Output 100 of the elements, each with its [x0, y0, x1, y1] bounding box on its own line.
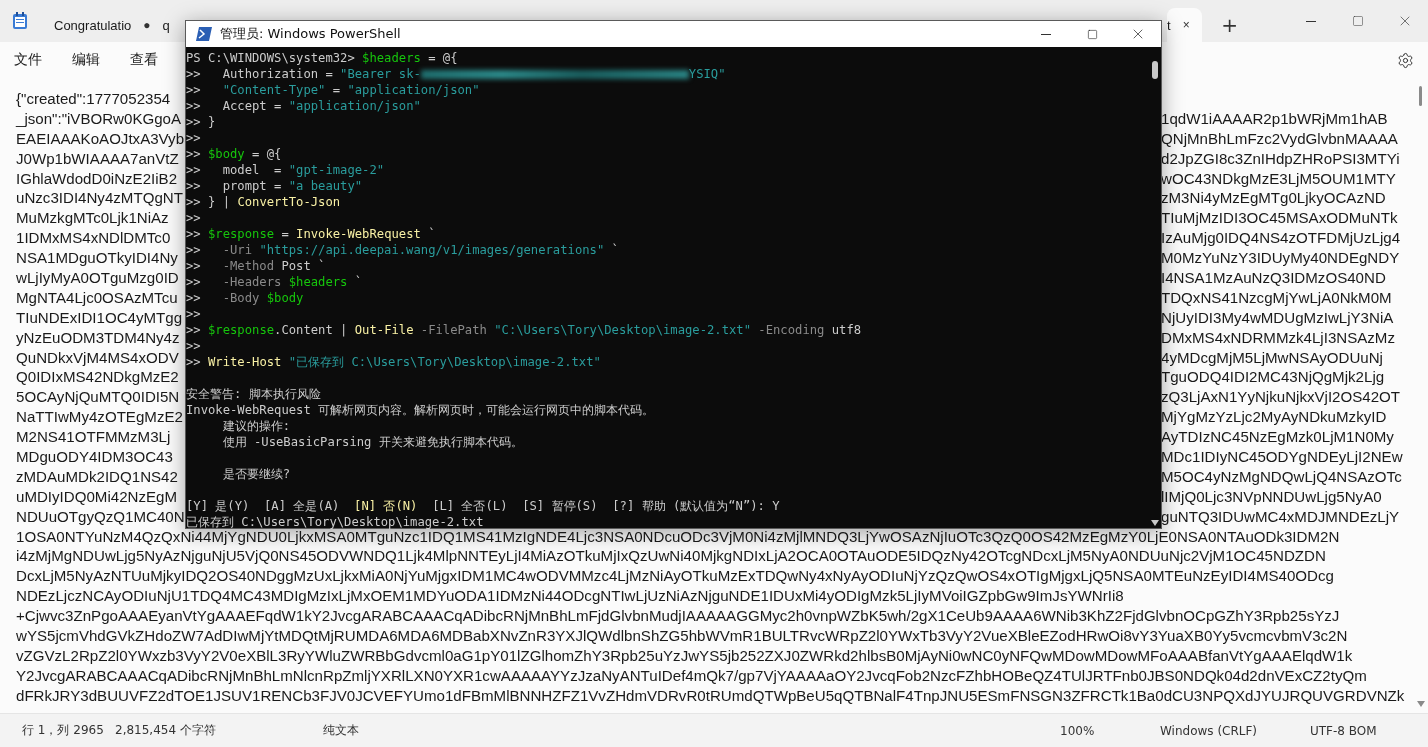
menu-item[interactable]: 编辑 [72, 47, 114, 73]
text-line: guNTQ3IDUwMC4xMDJMNDEzLjY [1161, 506, 1400, 527]
console-line: >> model = "gpt-image-2" [186, 162, 386, 178]
text-line: +Cjwvc3ZnPgoAAAEyanVtYgAAAEFqdW1kY2JvcgARABCAAACqADibcRNjMnBhLmFjdGlvbnMudjIAAAAAGGMyc2h0vnpWZbK5wh/2gX1CeUb9AAAA6WNib3KhZ2FjdGlvbnOCpGZhY3Rpb25sYzJ [16, 606, 1340, 627]
text-line: QNjMnBhLmFzc2VydGlvbnMAAAA [1161, 128, 1398, 149]
status-item: 行 1，列 2965 [22, 722, 105, 739]
text-line: J0Wp1bWIAAAA7anVtZ [16, 148, 179, 169]
text-line: 1IDMxMS4xNDlDMTc0 [16, 228, 171, 249]
status-item: Windows (CRLF) [1160, 723, 1259, 738]
console-line: >> $response = Invoke-WebRequest ` [186, 226, 437, 242]
text-line: uMDIyIDQ0Mi42NzEgM [16, 486, 178, 507]
text-line: zMDAuMDk2IDQ1NS42 [16, 466, 178, 487]
text-line: yNzEuODM3TDM4Ny4z [16, 327, 180, 348]
maximize-icon [1351, 15, 1364, 27]
text-line: Y2JvcgARABCAAACqADibcRNjMnBhLmNlcnRpZmljYXRlLXN0YXR1cwAAAAAYYzJzaNyANTuIDef4mQk7/gp7VjYAAAAaOY2JvcqFob2NzcFZhbHOBeQZ4TUlJRTFnb0JBS0NDQk04d2dnVExCZ2tyQm [16, 665, 1367, 686]
text-line: TDQxNS41NzcgMjYwLjA0NkM0M [1161, 287, 1392, 308]
text-line: I4NSA1MzAuNzQ3IDMzOS40ND [1161, 268, 1386, 288]
status-item: UTF-8 BOM [1310, 723, 1378, 738]
text-line: TIuNDExIDI1OC4yMTgg [16, 307, 183, 328]
text-line: M5OC4yNzMgNDQwLjQ4NSAzOTc [1161, 466, 1402, 487]
text-line: 1qdW1iAAAAR2p1bWRjMm1hAB [1161, 108, 1388, 129]
text-line: Q0IDIxMS42NDkgMzE2 [16, 367, 179, 388]
new-tab-button[interactable]: + [1211, 8, 1248, 42]
text-line: d2JpZGI8c3ZnIHdpZHRoPSI3MTYi [1161, 148, 1400, 169]
console-line: 已保存到 C:\Users\Tory\Desktop\image-2.txt [186, 514, 485, 530]
text-line: NaTTIwMy4zOTEgMzE2 [16, 407, 183, 428]
text-line: uNzc3IDI4Ny4zMTQgNT [16, 188, 183, 209]
text-line: NDEzLjczNCAyODIuNjU1TDQ4MC43MDIgMzIxLjMxOEM1MDYuODA1IDMzNi44ODcgNTIwLjUzNiAzNjguNDE1IDUxMi4yODIgMzk5LjIyMVoiIGZpbGw9ImJsYWNrIi8 [16, 586, 1124, 607]
text-line: NSA1MDguOTkyIDI4Ny [16, 248, 178, 269]
status-item: 2,815,454 个字符 [115, 722, 217, 739]
window-title: 管理员: Windows PowerShell [220, 25, 401, 43]
text-line: i4zMjMgNDUwLjg5NyAzNjguNjU5VjQ0NS45ODVWNDQ1Ljk4MlpNNTEyLjI4MiAzOTkuMjIxQzUwNi40MjkgNDIxLjA2OCA0OTAuODE5IDQzNy42OTcgNDcxLjM5NyA0NDUuNjc2VjM1OC45NDZDN [16, 546, 1326, 567]
terminal-icon [196, 27, 212, 41]
text-line: DcxLjM5NyAzNTUuMjkyIDQ2OS40NDggMzUxLjkxMiA0NjYuMjgxIDM1MC4wODVMMzc4LjMzNiAyOTkuMzExTDQwNy4xNyAyODIuNjYzQzQwOS4xOTIgMjgxLjQ5NSA0MTEuNzEyIDI4MS40ODcg [16, 566, 1334, 587]
text-line: 5OCAyNjQuMTQ0IDI5N [16, 387, 180, 408]
text-line: zQ3LjAxN1YyNjkuNjkxVjI2OS42OT [1161, 387, 1401, 408]
tab[interactable]: t × [1167, 8, 1202, 42]
console-line: >> Authorization = "Bearer sk- YSIQ" [186, 66, 727, 82]
console-line: 安全警告: 脚本执行风险 [186, 386, 322, 402]
console-line: >> -Method Post ` [186, 258, 327, 274]
status-item: 100% [1060, 723, 1096, 738]
console-line: Invoke-WebRequest 可解析网页内容。解析网页时，可能会运行网页中的脚本代码。 [186, 402, 656, 418]
console-line: >> [186, 306, 202, 322]
console-line: PS C:\WINDOWS\system32> $headers = @{ [186, 50, 459, 66]
text-line: wOC43NDkgMzE3LjM5OUM1MTY [1161, 168, 1396, 189]
console-line: 使用 -UseBasicParsing 开关来避免执行脚本代码。 [221, 434, 524, 450]
text-line: NjUyIDI3My4wMDUgMzIwLjY3NiA [1161, 307, 1394, 328]
text-line: _json":"iVBORw0KGgoA [16, 108, 182, 129]
console-line: >> prompt = "a beauty" [186, 178, 364, 194]
text-line: TguODQ4IDI2MC43NjQgMjk2Ljg [1161, 367, 1385, 388]
text-line: zM3Ni4yMzEgMTg0LjkyOCAzND [1161, 188, 1386, 209]
text-line: IGhlaWdodD0iNzE2IiB2 [16, 168, 178, 189]
minimize-icon [1041, 33, 1051, 35]
text-line: MDc1IDIyNC45ODYgNDEyLjI2NEw [1161, 447, 1403, 467]
console-line: >> -Body $body [186, 290, 305, 306]
console-line: >> [186, 338, 202, 354]
text-line: MjYgMzYzLjc2MyAyNDkuMzkyID [1161, 407, 1387, 428]
console-line: >> $body = @{ [186, 146, 283, 162]
console-line: 是否要继续? [221, 466, 292, 482]
text-line: MgNTA4Ljc0OSAzMTcu [16, 287, 178, 308]
console-line: >> Write-Host "已保存到 C:\Users\Tory\Desktop\image-2.txt" [186, 354, 602, 370]
console-line: >> } | ConvertTo-Json [186, 194, 342, 210]
scrollbar-thumb[interactable] [1152, 61, 1158, 79]
text-line: M2NS41OTFMMzM3Lj [16, 427, 171, 448]
console-line: >> "Content-Type" = "application/json" [186, 82, 481, 98]
text-line: M0MzYuNzY3IDUyMy40NDEgNDY [1161, 248, 1400, 269]
console-line: >> } [186, 114, 217, 130]
text-line: vZGVzL2RpZ2l0YWxzb3VyY2V0eXBlL3RyYWluZWRBbGdvcml0aG1pY01lZGlhomZhY3Rpb25uYzJwYS5jb252ZXJ0ZWRkd2hlbsB0MjAyNi0wNC0yNFQwMDowMDowMFoAAABfanVtYgAAAElqdW1k [16, 645, 1353, 666]
text-line: TIuMjMzIDI3OC45MSAxODMuNTk [1161, 208, 1398, 229]
text-line: MuMzkgMTc0Ljk1NiAz [16, 208, 169, 229]
tab[interactable]: Congratulatio ● [42, 8, 151, 42]
text-line: DMxMS4xNDRMMzk4LjI3NSAzMz [1161, 327, 1395, 348]
console-line: >> [186, 210, 202, 226]
text-line: lIMjQ0Ljc3NVpNNDUwLjg5NyA0 [1161, 486, 1382, 507]
text-line: {"created":1777052354 [16, 89, 171, 109]
text-line: dFRkJRY3dBUUVFZ2dTOE1JSUV1RENCb3FJV0JCVEFYUmo1dFBmMlBNNHZFZ1VvZHdmVDRvR0tRUmdQTWpBeU5qQTBNalF4TnpJNU5ESmFNSGN3ZFRCTk1Ba0dCU3NPQXdJYUJRQUVGRDVNZk [16, 685, 1405, 706]
console-line: [Y] 是(Y) [A] 全是(A) [N] 否(N) [L] 全否(L) [S] 暂停(S) [?] 帮助 (默认值为“N”): Y [186, 498, 781, 514]
scrollbar-thumb[interactable] [1419, 86, 1422, 106]
console-line: >> $response.Content | Out-File -FilePath "C:\Users\Tory\Desktop\image-2.txt" -Encoding utf8 [186, 322, 863, 338]
menu-item[interactable]: 查看 [130, 47, 172, 73]
console-line: >> -Headers $headers ` [186, 274, 364, 290]
text-line: MDguODY4IDM3OC43 [16, 447, 173, 467]
text-line: NDUuOTgyQzQ1MC40N [16, 506, 185, 527]
text-line: wLjIyMyA0OTguMzg0ID [16, 268, 179, 288]
text-line: EAEIAAAKoAOJtxA3Vyb [16, 128, 185, 149]
console-line: >> [186, 130, 202, 146]
notepad-icon [12, 12, 28, 30]
scroll-down-icon[interactable] [1151, 520, 1159, 526]
console-line: 建议的操作: [221, 418, 292, 434]
tab[interactable]: q [150, 8, 170, 42]
status-item: 纯文本 [323, 722, 360, 739]
console-line: >> -Uri "https://api.deepai.wang/v1/images/generations" ` [186, 242, 620, 258]
minimize-icon [1305, 20, 1316, 22]
text-line: wYS5jcmVhdGVkZHdoZW7AdDIwMjYtMDQtMjRUMDA6MDA6MDBabXNvZnR3YXJlQWdlbnShZG5hbWVmR1BULTRvcWRpZ2l0YWxTb3VyY2VueXBleEZodHRwOi8vY3YuaXB0Yy5vcmcvbmV3c2N [16, 626, 1348, 646]
text-line: 4yMDcgMjM5LjMwNSAyODUuNj [1161, 347, 1383, 368]
console-line: >> Accept = "application/json" [186, 98, 422, 114]
maximize-icon [1086, 28, 1098, 40]
menu-item[interactable]: 文件 [14, 47, 56, 73]
settings-icon[interactable] [1397, 51, 1414, 69]
text-line: AyTDIzNC45NzEgMzk0LjM1N0My [1161, 427, 1394, 448]
